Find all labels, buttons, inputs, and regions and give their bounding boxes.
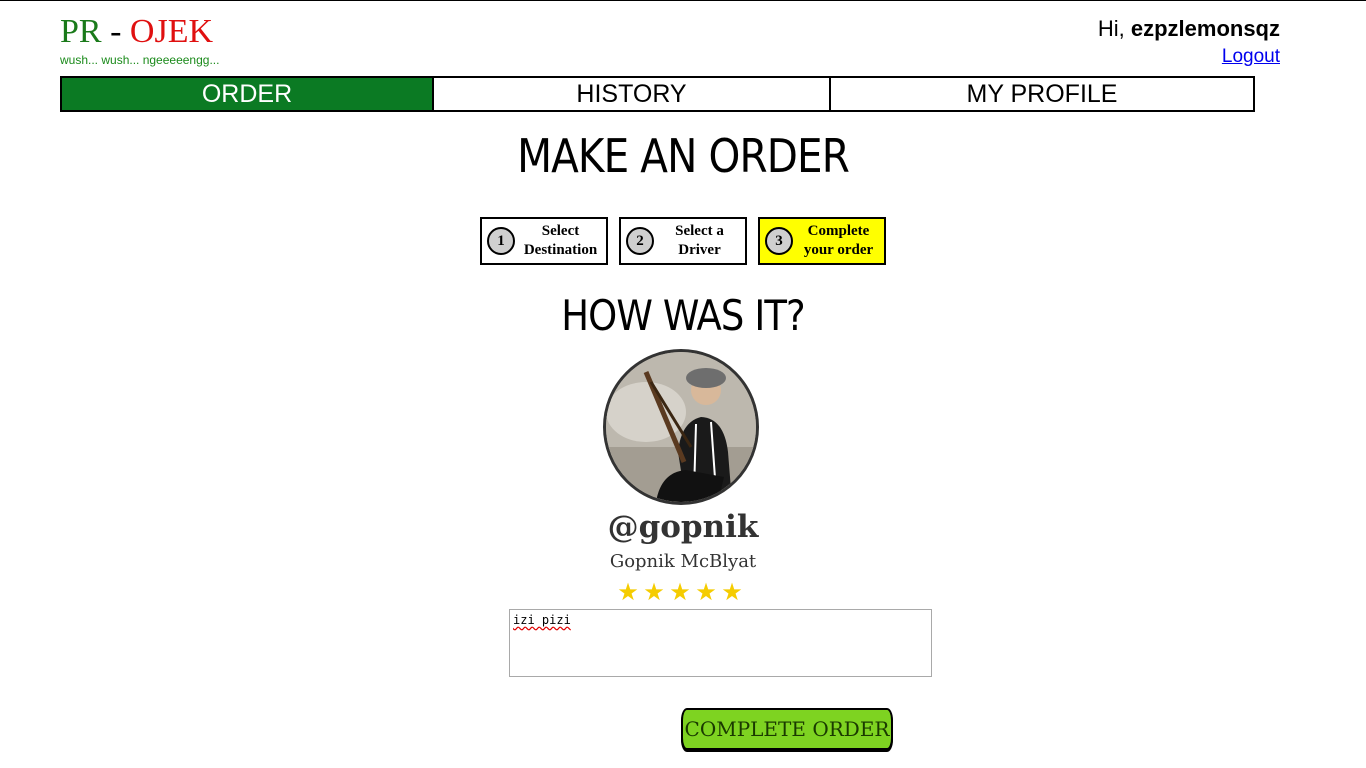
review-title: HOW WAS IT? [561,291,805,340]
app-logo: PR - OJEK [60,13,213,51]
star-icon-3[interactable]: ★ [669,579,691,607]
step-number: 2 [626,227,654,255]
step-number: 3 [765,227,793,255]
step-label: Complete your order [793,222,884,260]
tab-history[interactable]: HISTORY [434,76,831,112]
step-label-line1: Select a [675,223,724,239]
star-icon-2[interactable]: ★ [643,579,665,607]
user-greeting: Hi, ezpzlemonsqz [1098,16,1280,42]
driver-avatar [603,349,759,505]
star-rating: ★ ★ ★ ★ ★ [617,579,743,607]
step-label-line2: Driver [678,242,721,258]
main-nav: ORDER HISTORY MY PROFILE [60,76,1255,112]
driver-full-name: Gopnik McBlyat [609,551,757,572]
step-select-driver: 2 Select a Driver [619,217,747,265]
star-icon-1[interactable]: ★ [617,579,639,607]
page-title: MAKE AN ORDER [517,129,850,183]
logo-pr: PR [60,13,102,50]
step-select-destination: 1 Select Destination [480,217,608,265]
review-comment-input[interactable]: izi pizi [509,609,932,677]
driver-photo-icon [606,352,756,502]
step-complete-order: 3 Complete your order [758,217,886,265]
complete-order-button[interactable]: COMPLETE ORDER [681,708,893,750]
star-icon-4[interactable]: ★ [695,579,717,607]
tab-my-profile[interactable]: MY PROFILE [831,76,1255,112]
step-label: Select Destination [515,222,606,260]
logo-dash: - [101,13,130,50]
step-label-line1: Complete [807,223,870,239]
logo-ojek: OJEK [129,13,214,50]
order-steps: 1 Select Destination 2 Select a Driver 3… [480,217,886,265]
app-tagline: wush... wush... ngeeeeengg... [60,53,220,67]
step-label-line2: your order [803,242,874,258]
step-label-line2: Destination [523,242,598,258]
tab-order[interactable]: ORDER [60,76,434,112]
step-label: Select a Driver [654,222,745,260]
current-username: ezpzlemonsqz [1130,16,1280,41]
driver-username: @gopnik [607,509,759,545]
step-label-line1: Select [541,223,580,239]
greeting-prefix: Hi, [1097,16,1131,41]
star-icon-5[interactable]: ★ [721,579,743,607]
step-number: 1 [487,227,515,255]
logout-link[interactable]: Logout [1222,46,1280,68]
